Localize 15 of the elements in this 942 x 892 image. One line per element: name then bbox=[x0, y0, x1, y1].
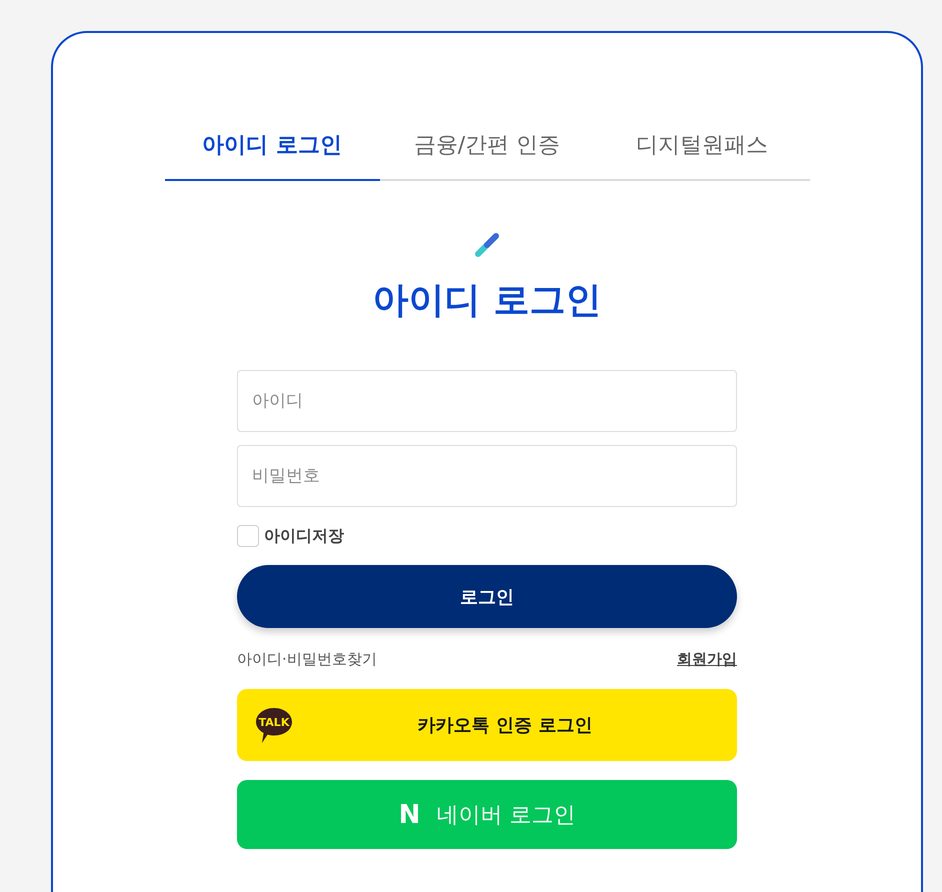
login-button[interactable]: 로그인 bbox=[237, 565, 737, 628]
sign-up-link[interactable]: 회원가입 bbox=[677, 649, 737, 669]
input-field[interactable]: 아이디 bbox=[237, 370, 737, 432]
tab[interactable]: 금융/간편 인증 bbox=[380, 115, 594, 181]
kakao-login-button[interactable]: TALK 카카오톡 인증 로그인 bbox=[237, 689, 737, 761]
checkbox[interactable] bbox=[237, 525, 259, 547]
n-logo-icon: N bbox=[398, 802, 420, 828]
capsule-icon bbox=[474, 232, 500, 258]
input-field[interactable]: 비밀번호 bbox=[237, 445, 737, 507]
remember-id-label[interactable]: 아이디저장 bbox=[264, 525, 344, 547]
talk-bubble-icon: TALK bbox=[255, 706, 293, 744]
page-heading: 아이디 로그인 bbox=[372, 279, 602, 323]
tab[interactable]: 디지털원패스 bbox=[594, 115, 810, 181]
tab[interactable]: 아이디 로그인 bbox=[164, 115, 380, 181]
find-account-link[interactable]: 아이디·비밀번호찾기 bbox=[237, 649, 377, 669]
